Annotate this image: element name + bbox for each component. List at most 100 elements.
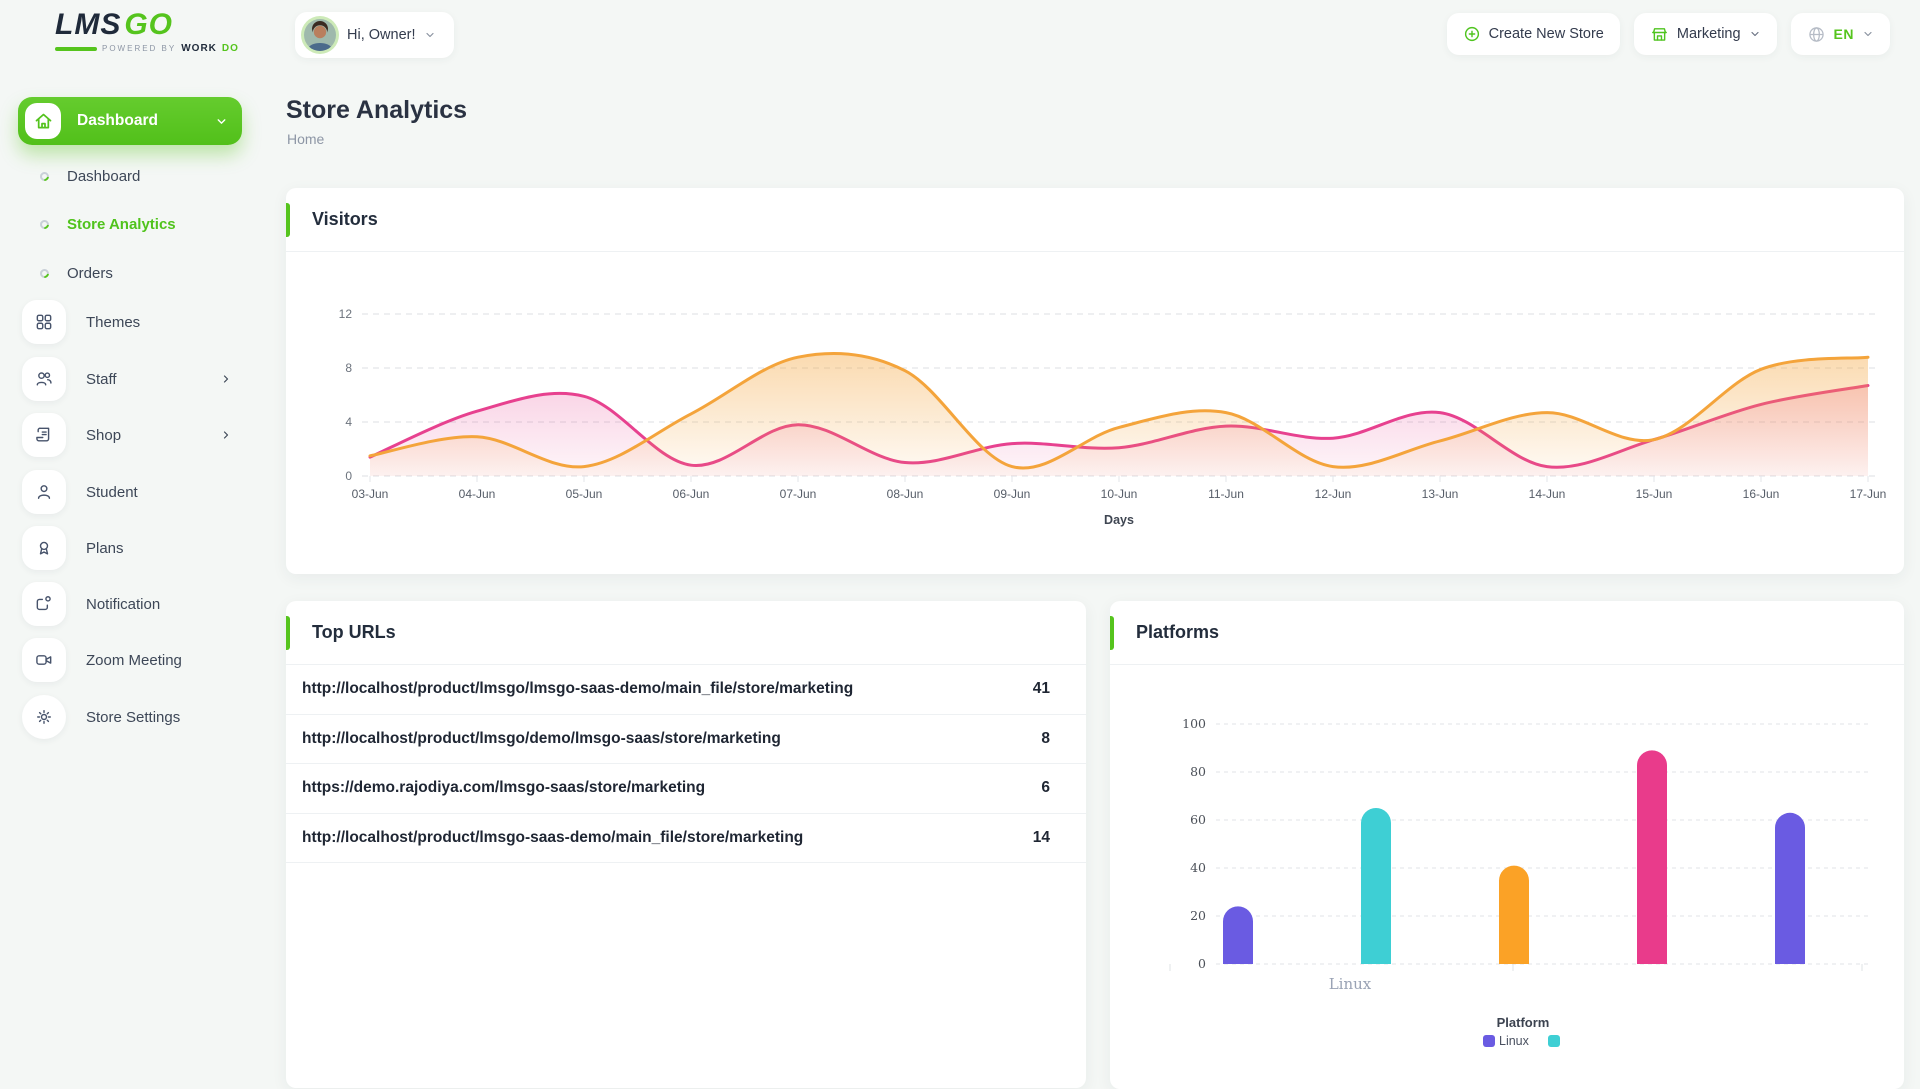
- sidebar-item-label: Shop: [86, 427, 121, 444]
- sidebar-item-orders[interactable]: Orders: [40, 265, 113, 282]
- logo-go-text: GO: [124, 8, 173, 41]
- language-code-label: EN: [1834, 26, 1854, 42]
- svg-text:20: 20: [1190, 908, 1206, 923]
- svg-text:17-Jun: 17-Jun: [1850, 487, 1886, 501]
- svg-text:07-Jun: 07-Jun: [780, 487, 817, 501]
- page-title: Store Analytics: [286, 96, 467, 125]
- url-row: https://demo.rajodiya.com/lmsgo-saas/sto…: [286, 764, 1086, 814]
- storefront-icon: [1650, 25, 1669, 44]
- users-icon: [22, 357, 66, 401]
- svg-text:12-Jun: 12-Jun: [1315, 487, 1352, 501]
- breadcrumb[interactable]: Home: [287, 131, 324, 147]
- receipt-icon: [22, 413, 66, 457]
- bullet-icon: [38, 267, 51, 280]
- sidebar-item-label: Student: [86, 484, 138, 501]
- url-text: http://localhost/product/lmsgo/lmsgo-saa…: [302, 680, 853, 698]
- svg-text:80: 80: [1190, 764, 1206, 779]
- svg-text:04-Jun: 04-Jun: [459, 487, 496, 501]
- sidebar-item-store-settings[interactable]: Store Settings: [22, 695, 238, 739]
- svg-text:0: 0: [1198, 956, 1206, 971]
- store-selector-dropdown[interactable]: Marketing: [1634, 13, 1777, 55]
- sidebar-item-label: Themes: [86, 314, 140, 331]
- sidebar-group-dashboard[interactable]: Dashboard: [18, 97, 242, 145]
- platforms-card-header: Platforms: [1110, 601, 1904, 665]
- sidebar-item-dashboard[interactable]: Dashboard: [40, 168, 140, 185]
- sidebar-item-shop[interactable]: Shop: [22, 413, 238, 457]
- svg-text:Platform: Platform: [1497, 1015, 1550, 1030]
- svg-text:Linux: Linux: [1329, 975, 1372, 993]
- url-text: https://demo.rajodiya.com/lmsgo-saas/sto…: [302, 779, 705, 797]
- greeting-label: Hi, Owner!: [347, 27, 416, 43]
- url-text: http://localhost/product/lmsgo/demo/lmsg…: [302, 730, 781, 748]
- sidebar-item-notification[interactable]: Notification: [22, 582, 238, 626]
- svg-text:4: 4: [345, 415, 352, 429]
- chevron-down-icon: [1862, 28, 1874, 40]
- sidebar-item-label: Store Settings: [86, 709, 180, 726]
- svg-text:0: 0: [345, 469, 352, 483]
- bullet-icon: [38, 170, 51, 183]
- url-text: http://localhost/product/lmsgo-saas-demo…: [302, 829, 803, 847]
- platforms-card-title: Platforms: [1136, 622, 1219, 643]
- sidebar-item-label: Dashboard: [67, 168, 140, 185]
- url-count: 6: [1041, 779, 1050, 797]
- url-count: 8: [1041, 730, 1050, 748]
- award-icon: [22, 526, 66, 570]
- sidebar-item-plans[interactable]: Plans: [22, 526, 238, 570]
- globe-icon: [1807, 25, 1826, 44]
- visitors-card-header: Visitors: [286, 188, 1904, 252]
- avatar: [301, 16, 339, 54]
- sidebar-item-zoom-meeting[interactable]: Zoom Meeting: [22, 638, 238, 682]
- header-actions: Create New Store Marketing EN: [1447, 13, 1890, 55]
- create-new-store-button[interactable]: Create New Store: [1447, 13, 1620, 55]
- workdo-work-text: WORK: [181, 43, 217, 54]
- sidebar-item-student[interactable]: Student: [22, 470, 238, 514]
- sidebar-item-store-analytics[interactable]: Store Analytics: [40, 216, 176, 233]
- chevron-down-icon: [424, 29, 436, 41]
- sidebar-item-themes[interactable]: Themes: [22, 300, 238, 344]
- svg-text:40: 40: [1190, 860, 1206, 875]
- logo-lms-text: LMS: [55, 8, 121, 41]
- visitors-card: Visitors 0481203-Jun04-Jun05-Jun06-Jun07…: [286, 188, 1904, 574]
- url-count: 14: [1033, 829, 1050, 847]
- language-dropdown[interactable]: EN: [1791, 13, 1890, 55]
- svg-text:08-Jun: 08-Jun: [887, 487, 924, 501]
- svg-text:10-Jun: 10-Jun: [1101, 487, 1138, 501]
- home-icon: [25, 103, 61, 139]
- card-accent-bar: [286, 203, 290, 237]
- sidebar-item-label: Notification: [86, 596, 160, 613]
- svg-text:15-Jun: 15-Jun: [1636, 487, 1673, 501]
- gear-icon: [22, 695, 66, 739]
- user-menu-button[interactable]: Hi, Owner!: [295, 12, 454, 58]
- sidebar-item-label: Store Analytics: [67, 216, 176, 233]
- logo-underline: [55, 47, 97, 51]
- svg-text:Linux: Linux: [1499, 1034, 1530, 1048]
- person-icon: [22, 470, 66, 514]
- top-urls-card: Top URLs http://localhost/product/lmsgo/…: [286, 601, 1086, 1088]
- url-row: http://localhost/product/lmsgo/demo/lmsg…: [286, 715, 1086, 765]
- sidebar-item-staff[interactable]: Staff: [22, 357, 238, 401]
- top-urls-card-title: Top URLs: [312, 622, 396, 643]
- sidebar-item-label: Zoom Meeting: [86, 652, 182, 669]
- sidebar-item-label: Staff: [86, 371, 117, 388]
- svg-text:60: 60: [1190, 812, 1206, 827]
- card-accent-bar: [286, 616, 290, 650]
- url-count: 41: [1033, 680, 1050, 698]
- platforms-card: Platforms 0 20 40 60 80 100 Linux Platform Linux: [1110, 601, 1904, 1089]
- chevron-right-icon: [220, 373, 232, 385]
- svg-text:13-Jun: 13-Jun: [1422, 487, 1459, 501]
- svg-text:100: 100: [1182, 716, 1206, 731]
- bullet-icon: [38, 218, 51, 231]
- svg-text:16-Jun: 16-Jun: [1743, 487, 1780, 501]
- svg-text:11-Jun: 11-Jun: [1208, 487, 1244, 501]
- app-logo[interactable]: LMSGO Powered By WORK DO: [55, 10, 255, 54]
- svg-text:06-Jun: 06-Jun: [673, 487, 710, 501]
- card-accent-bar: [1110, 616, 1114, 650]
- sidebar-item-label: Plans: [86, 540, 124, 557]
- plus-circle-icon: [1463, 25, 1481, 43]
- sidebar-item-label: Orders: [67, 265, 113, 282]
- create-new-store-label: Create New Store: [1489, 26, 1604, 42]
- video-icon: [22, 638, 66, 682]
- svg-text:Days: Days: [1104, 513, 1134, 527]
- top-urls-list: http://localhost/product/lmsgo/lmsgo-saa…: [286, 665, 1086, 863]
- url-row: http://localhost/product/lmsgo/lmsgo-saa…: [286, 665, 1086, 715]
